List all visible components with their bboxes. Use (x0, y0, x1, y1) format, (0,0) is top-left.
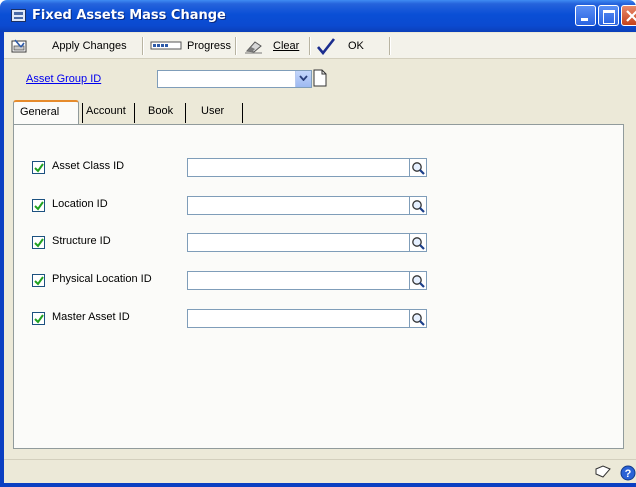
master-asset-id-checkbox[interactable] (32, 312, 45, 325)
asset-group-id-link[interactable]: Asset Group ID (26, 73, 101, 85)
tab-general-label: General (20, 106, 60, 118)
tab-user[interactable]: User (201, 101, 224, 123)
structure-id-checkbox[interactable] (32, 236, 45, 249)
toolbar-separator (142, 37, 144, 55)
structure-id-label: Structure ID (52, 235, 111, 247)
clear-eraser-icon (245, 41, 262, 54)
tab-divider (82, 103, 83, 123)
structure-id-lookup-button[interactable] (410, 233, 427, 252)
toolbar-separator (389, 37, 391, 55)
asset-class-id-label: Asset Class ID (52, 160, 125, 172)
structure-id-row: Structure ID (14, 232, 625, 252)
magnifier-lookup-icon (412, 313, 425, 326)
clear-label: Clear (273, 40, 300, 52)
general-tab-panel: Asset Class ID Location ID Structure ID … (13, 124, 624, 449)
location-id-lookup-button[interactable] (410, 196, 427, 215)
checkmark-icon (34, 163, 44, 173)
physical-location-id-input[interactable] (187, 271, 410, 290)
progress-icon (150, 41, 182, 50)
apply-changes-button[interactable]: Apply Changes (11, 37, 127, 55)
help-icon[interactable]: ? (620, 465, 636, 481)
checkmark-icon (34, 314, 44, 324)
toolbar: Apply Changes Progress Clear OK (4, 33, 636, 59)
close-icon (626, 10, 636, 22)
structure-id-input[interactable] (187, 233, 410, 252)
toolbar-separator (235, 37, 237, 55)
magnifier-lookup-icon (412, 275, 425, 288)
tab-divider (134, 103, 135, 123)
apply-changes-label: Apply Changes (52, 40, 127, 52)
maximize-button[interactable] (598, 5, 619, 26)
ok-button[interactable]: OK (316, 37, 364, 55)
location-id-label: Location ID (52, 198, 108, 210)
master-asset-id-lookup-button[interactable] (410, 309, 427, 328)
asset-group-id-combobox[interactable] (157, 70, 312, 88)
master-asset-id-input[interactable] (187, 309, 410, 328)
minimize-button[interactable] (575, 5, 596, 26)
apply-changes-icon (11, 39, 27, 53)
toolbar-separator (309, 37, 311, 55)
status-bar: ? (4, 459, 636, 483)
tab-divider (242, 103, 243, 123)
magnifier-lookup-icon (412, 162, 425, 175)
checkmark-icon (34, 238, 44, 248)
physical-location-id-lookup-button[interactable] (410, 271, 427, 290)
note-icon[interactable] (594, 465, 612, 479)
checkmark-icon (34, 201, 44, 211)
title-bar[interactable]: Fixed Assets Mass Change (0, 0, 636, 32)
progress-label: Progress (187, 40, 232, 52)
physical-location-id-checkbox[interactable] (32, 274, 45, 287)
tab-general[interactable]: General (13, 100, 79, 125)
location-id-input[interactable] (187, 196, 410, 215)
close-button[interactable] (621, 5, 636, 26)
checkmark-icon (317, 38, 336, 55)
location-id-checkbox[interactable] (32, 199, 45, 212)
tab-book[interactable]: Book (148, 101, 173, 123)
asset-class-id-lookup-button[interactable] (410, 158, 427, 177)
physical-location-id-row: Physical Location ID (14, 270, 625, 290)
master-asset-id-label: Master Asset ID (52, 311, 130, 323)
physical-location-id-label: Physical Location ID (52, 273, 152, 285)
asset-class-id-checkbox[interactable] (32, 161, 45, 174)
new-document-icon[interactable] (313, 69, 327, 87)
window-form-icon (11, 9, 26, 22)
tab-account[interactable]: Account (86, 101, 126, 123)
tab-book-label: Book (148, 105, 174, 117)
magnifier-lookup-icon (412, 200, 425, 213)
svg-text:?: ? (625, 468, 632, 480)
ok-label: OK (348, 40, 364, 52)
tab-account-label: Account (86, 105, 126, 117)
chevron-down-icon (299, 75, 308, 81)
checkmark-icon (34, 276, 44, 286)
asset-group-dropdown-button[interactable] (295, 71, 311, 87)
asset-class-id-row: Asset Class ID (14, 157, 625, 177)
tab-divider (185, 103, 186, 123)
tab-user-label: User (201, 105, 225, 117)
window-title: Fixed Assets Mass Change (32, 8, 226, 23)
master-asset-id-row: Master Asset ID (14, 308, 625, 328)
magnifier-lookup-icon (412, 237, 425, 250)
progress-button[interactable]: Progress (150, 37, 231, 55)
clear-button[interactable]: Clear (244, 37, 299, 55)
location-id-row: Location ID (14, 195, 625, 215)
asset-class-id-input[interactable] (187, 158, 410, 177)
